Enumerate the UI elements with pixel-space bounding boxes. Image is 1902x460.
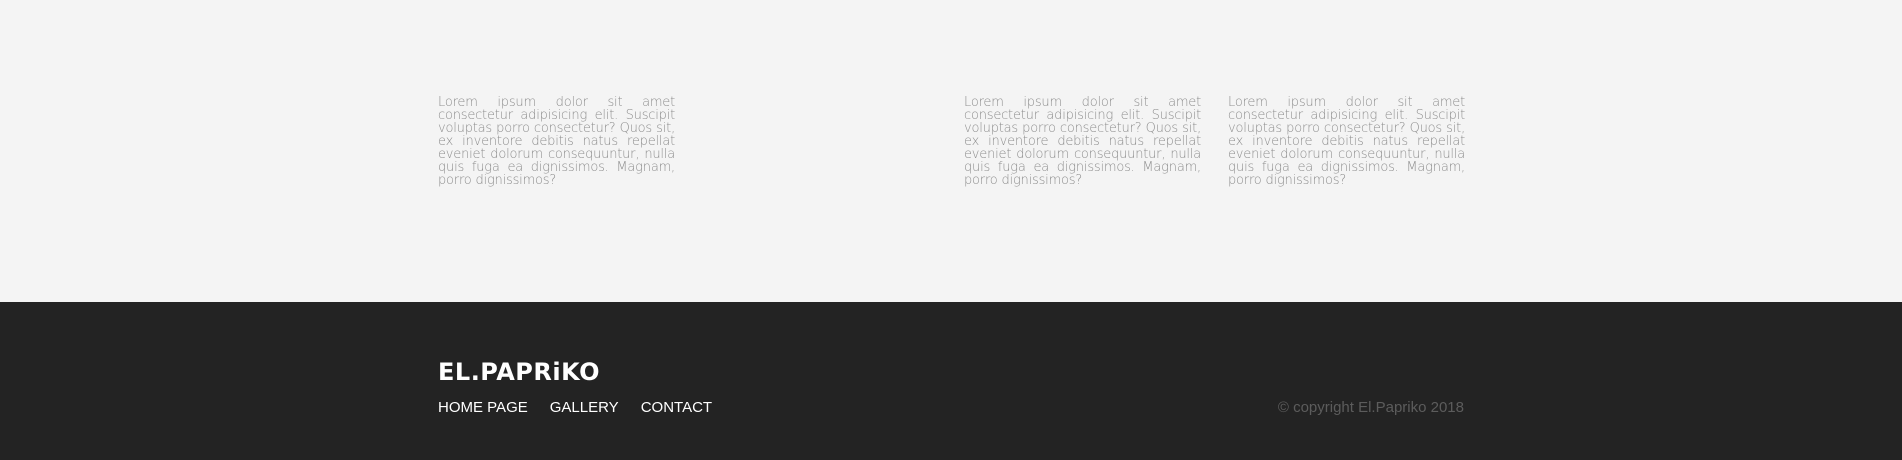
content-section: Lorem ipsum dolor sit amet consectetur a… xyxy=(0,0,1902,302)
footer-nav-home-page[interactable]: HOME PAGE xyxy=(438,399,528,417)
footer-nav: HOME PAGE GALLERY CONTACT xyxy=(438,399,712,417)
text-column-1: Lorem ipsum dolor sit amet consectetur a… xyxy=(438,95,675,188)
footer: EL.PAPRiKO HOME PAGE GALLERY CONTACT © c… xyxy=(0,302,1902,460)
footer-logo[interactable]: EL.PAPRiKO xyxy=(438,358,600,386)
footer-nav-gallery[interactable]: GALLERY xyxy=(550,399,619,417)
copyright-text: © copyright El.Papriko 2018 xyxy=(1277,399,1464,416)
text-column-2: Lorem ipsum dolor sit amet consectetur a… xyxy=(964,95,1201,188)
text-column-3: Lorem ipsum dolor sit amet consectetur a… xyxy=(1228,95,1465,188)
page: Lorem ipsum dolor sit amet consectetur a… xyxy=(0,0,1902,460)
footer-nav-contact[interactable]: CONTACT xyxy=(641,399,712,417)
